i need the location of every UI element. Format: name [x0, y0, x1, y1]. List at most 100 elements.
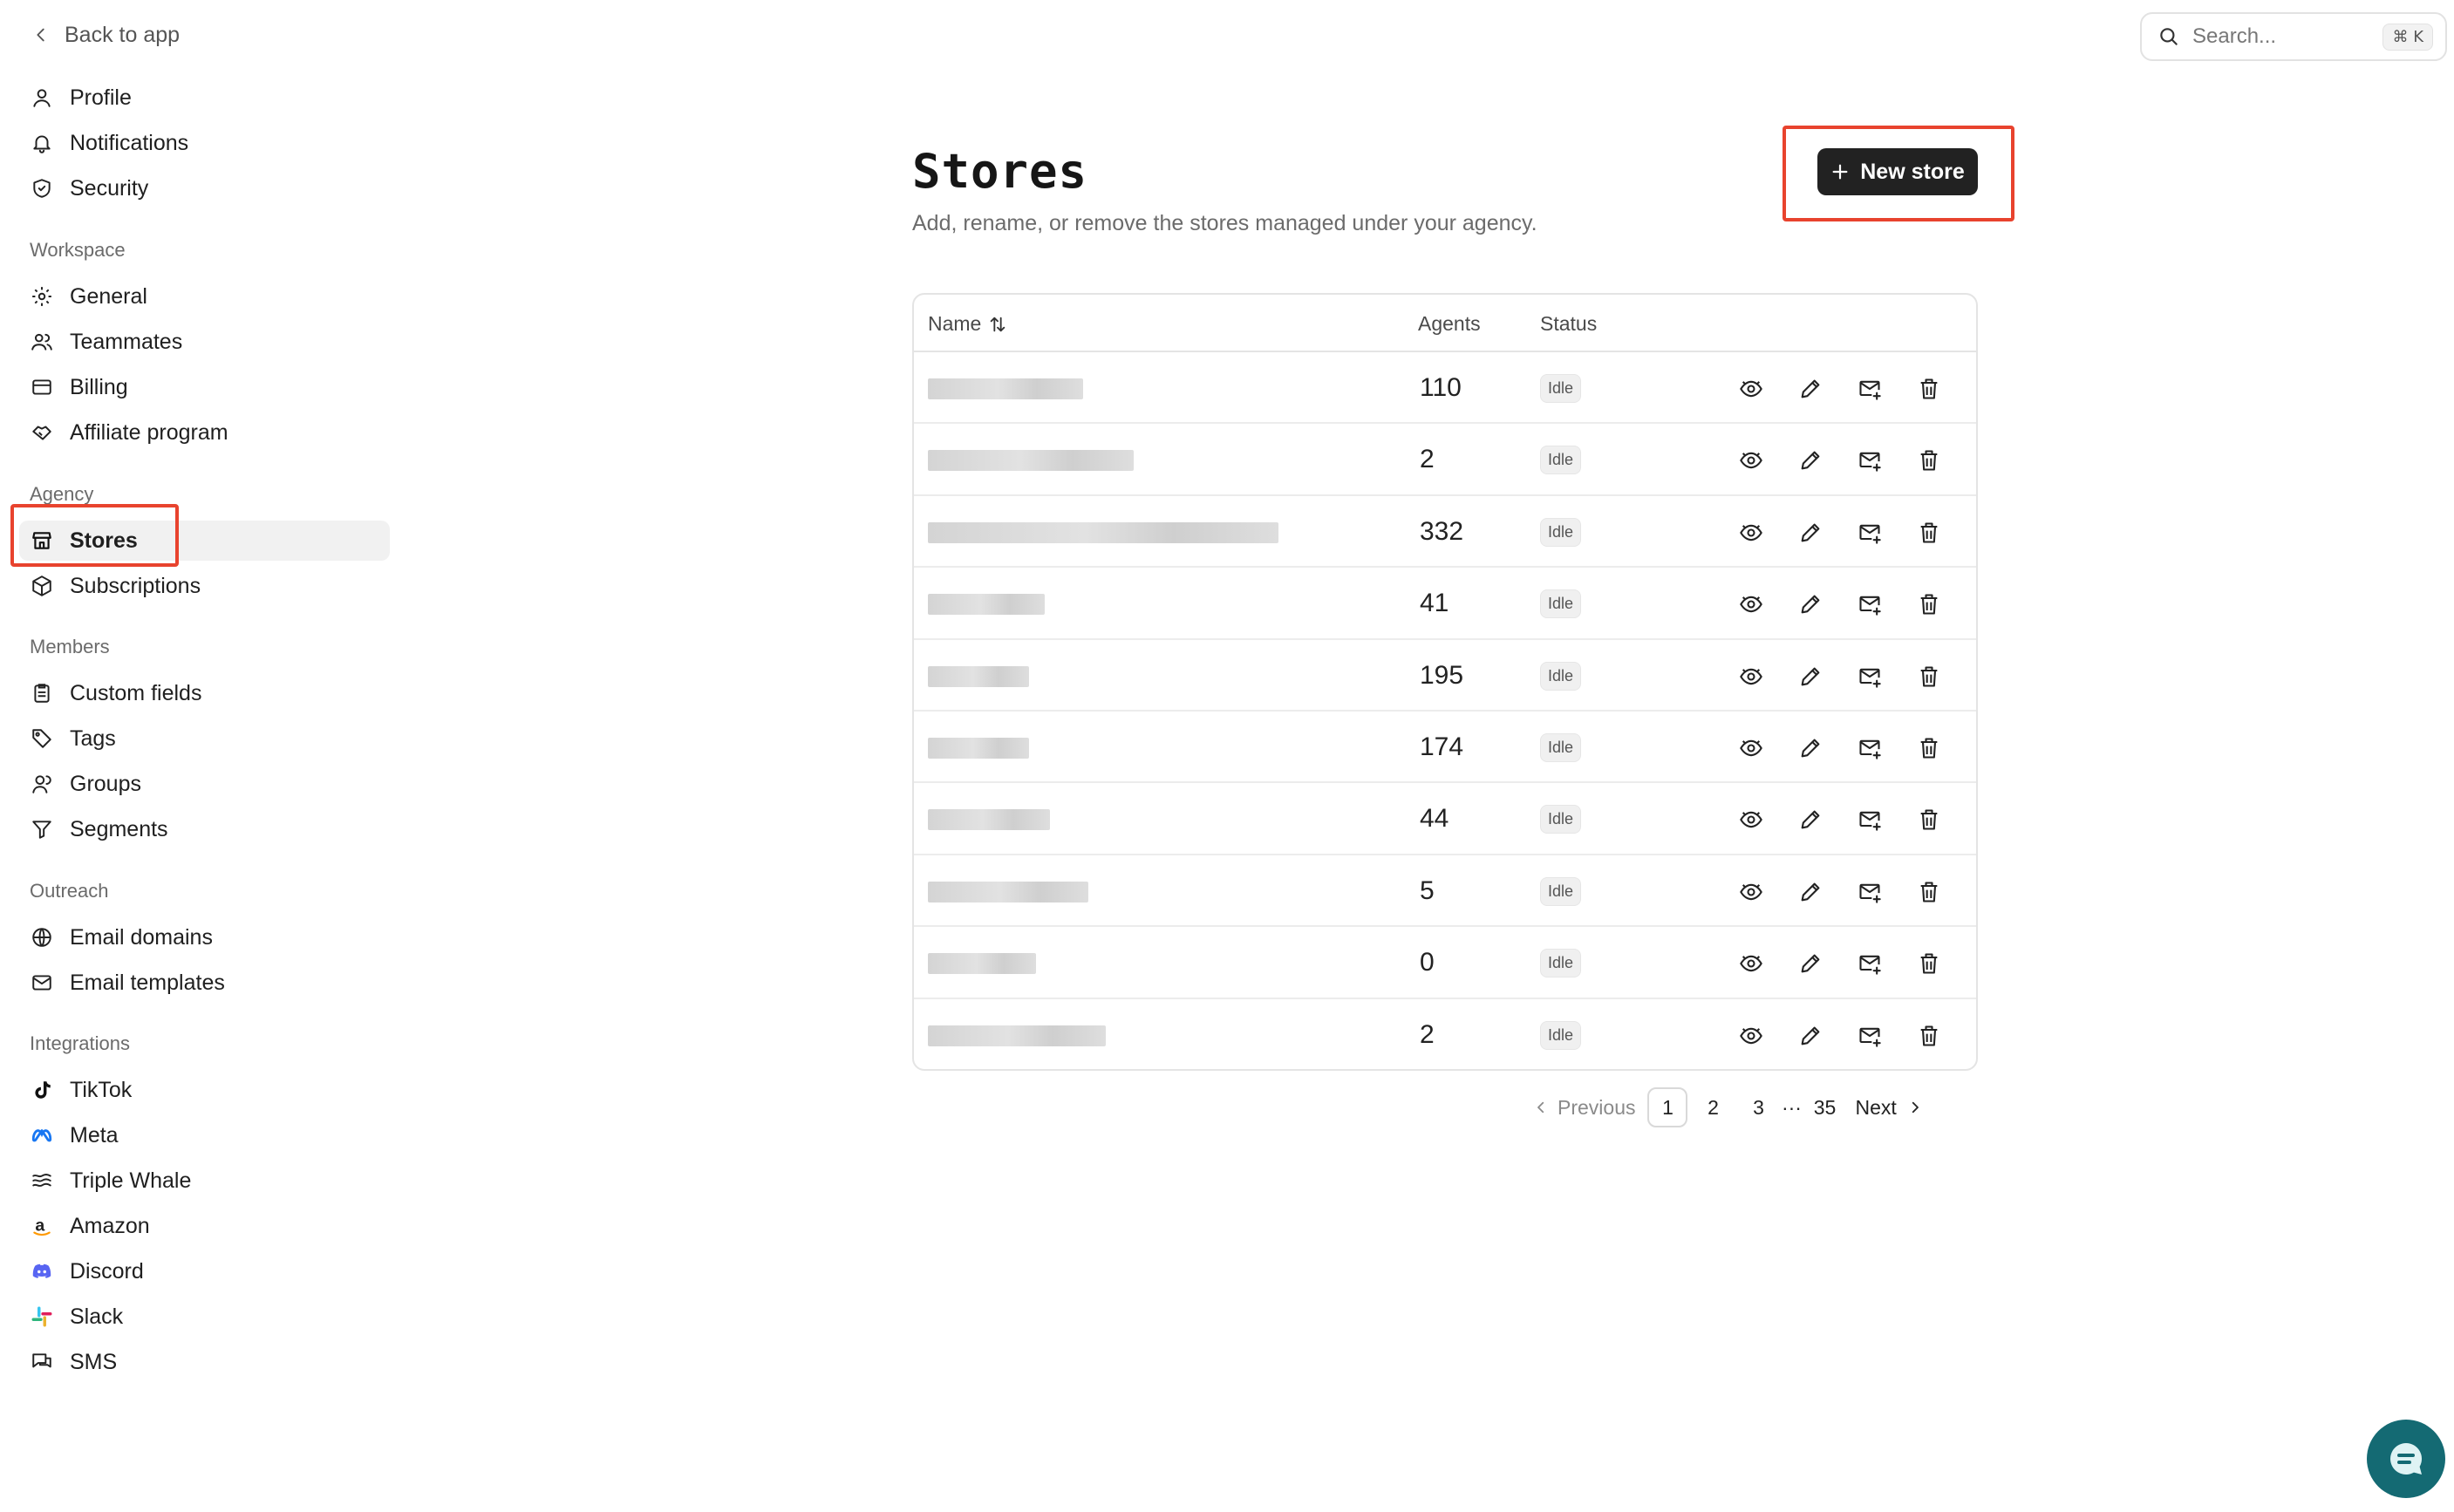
rename-store-button[interactable] [1793, 443, 1828, 478]
eye-icon [1739, 592, 1763, 616]
rename-store-button[interactable] [1793, 731, 1828, 766]
agents-count: 2 [1420, 1019, 1435, 1049]
agents-count: 0 [1420, 948, 1435, 977]
invite-email-button[interactable] [1852, 443, 1887, 478]
rename-store-button[interactable] [1793, 946, 1828, 981]
agents-count: 2 [1420, 445, 1435, 474]
pencil-icon [1798, 880, 1823, 904]
invite-email-button[interactable] [1852, 1018, 1887, 1053]
handshake-icon [30, 420, 54, 445]
invite-email-button[interactable] [1852, 515, 1887, 550]
view-store-button[interactable] [1734, 371, 1769, 406]
row-actions [1734, 659, 1946, 694]
rename-store-button[interactable] [1793, 515, 1828, 550]
sidebar-item-notifications[interactable]: Notifications [19, 123, 390, 163]
sidebar-item-email-templates[interactable]: Email templates [19, 963, 390, 1003]
delete-store-button[interactable] [1912, 731, 1946, 766]
sidebar-item-label: Teammates [70, 329, 183, 354]
stores-table: Name Agents Status 110 Idle 2 Idle 332 Idle 41… [912, 293, 1978, 1071]
delete-store-button[interactable] [1912, 371, 1946, 406]
sidebar-item-tags[interactable]: Tags [19, 719, 390, 759]
section-label-members: Members [30, 636, 110, 657]
delete-store-button[interactable] [1912, 515, 1946, 550]
sidebar-item-affiliate-program[interactable]: Affiliate program [19, 412, 390, 453]
store-name-redacted [928, 450, 1134, 472]
sidebar-item-label: Email templates [70, 970, 225, 995]
sidebar-item-custom-fields[interactable]: Custom fields [19, 673, 390, 713]
view-store-button[interactable] [1734, 875, 1769, 909]
sidebar-item-sms[interactable]: SMS [19, 1342, 390, 1382]
delete-store-button[interactable] [1912, 875, 1946, 909]
eye-icon [1739, 880, 1763, 904]
sidebar-item-stores[interactable]: Stores [19, 521, 390, 561]
view-store-button[interactable] [1734, 731, 1769, 766]
invite-email-button[interactable] [1852, 659, 1887, 694]
delete-store-button[interactable] [1912, 946, 1946, 981]
new-store-label: New store [1860, 159, 1965, 184]
search-box[interactable]: Search... ⌘ K [2140, 12, 2447, 61]
sidebar-item-profile[interactable]: Profile [19, 78, 390, 118]
sidebar-item-groups[interactable]: Groups [19, 764, 390, 804]
trash-icon [1917, 521, 1941, 545]
trash-icon [1917, 448, 1941, 473]
invite-email-button[interactable] [1852, 587, 1887, 622]
invite-email-button[interactable] [1852, 802, 1887, 837]
sidebar-item-slack[interactable]: Slack [19, 1297, 390, 1337]
sidebar: Back to app Profile Notifications Securi… [0, 0, 401, 1512]
sidebar-item-label: TikTok [70, 1077, 133, 1102]
agents-count: 110 [1420, 373, 1462, 402]
sidebar-item-segments[interactable]: Segments [19, 809, 390, 849]
sidebar-item-security[interactable]: Security [19, 168, 390, 208]
back-to-app-link[interactable]: Back to app [31, 19, 180, 51]
page-button-3[interactable]: 3 [1738, 1087, 1778, 1127]
sidebar-item-meta[interactable]: Meta [19, 1115, 390, 1155]
mail-plus-icon [1858, 880, 1882, 904]
sidebar-item-subscriptions[interactable]: Subscriptions [19, 566, 390, 606]
delete-store-button[interactable] [1912, 659, 1946, 694]
invite-email-button[interactable] [1852, 875, 1887, 909]
delete-store-button[interactable] [1912, 587, 1946, 622]
back-to-app-label: Back to app [65, 22, 181, 47]
page-button-1[interactable]: 1 [1647, 1087, 1688, 1127]
previous-page-button[interactable]: Previous [1533, 1087, 1647, 1127]
trash-icon [1917, 664, 1941, 689]
sidebar-item-email-domains[interactable]: Email domains [19, 917, 390, 957]
view-store-button[interactable] [1734, 946, 1769, 981]
view-store-button[interactable] [1734, 443, 1769, 478]
column-header-name[interactable]: Name [928, 312, 1007, 336]
rename-store-button[interactable] [1793, 802, 1828, 837]
sidebar-item-billing[interactable]: Billing [19, 367, 390, 407]
view-store-button[interactable] [1734, 802, 1769, 837]
new-store-button[interactable]: New store [1817, 148, 1978, 195]
rename-store-button[interactable] [1793, 587, 1828, 622]
invite-email-button[interactable] [1852, 371, 1887, 406]
view-store-button[interactable] [1734, 587, 1769, 622]
store-name-redacted [928, 809, 1050, 831]
invite-email-button[interactable] [1852, 731, 1887, 766]
status-badge: Idle [1540, 876, 1582, 906]
rename-store-button[interactable] [1793, 371, 1828, 406]
rename-store-button[interactable] [1793, 659, 1828, 694]
sidebar-item-general[interactable]: General [19, 276, 390, 317]
chat-widget-button[interactable] [2367, 1420, 2445, 1498]
view-store-button[interactable] [1734, 659, 1769, 694]
view-store-button[interactable] [1734, 1018, 1769, 1053]
sidebar-item-teammates[interactable]: Teammates [19, 322, 390, 362]
delete-store-button[interactable] [1912, 443, 1946, 478]
sidebar-item-amazon[interactable]: a Amazon [19, 1206, 390, 1246]
status-badge: Idle [1540, 517, 1582, 547]
sidebar-item-label: Billing [70, 374, 128, 399]
invite-email-button[interactable] [1852, 946, 1887, 981]
next-page-button[interactable]: Next [1844, 1087, 1922, 1127]
sidebar-item-discord[interactable]: Discord [19, 1251, 390, 1291]
sidebar-item-tiktok[interactable]: TikTok [19, 1070, 390, 1110]
row-actions [1734, 875, 1946, 909]
sidebar-item-triple-whale[interactable]: Triple Whale [19, 1161, 390, 1201]
view-store-button[interactable] [1734, 515, 1769, 550]
page-button-2[interactable]: 2 [1693, 1087, 1733, 1127]
page-button-last[interactable]: 35 [1804, 1087, 1844, 1127]
rename-store-button[interactable] [1793, 875, 1828, 909]
delete-store-button[interactable] [1912, 802, 1946, 837]
delete-store-button[interactable] [1912, 1018, 1946, 1053]
rename-store-button[interactable] [1793, 1018, 1828, 1053]
